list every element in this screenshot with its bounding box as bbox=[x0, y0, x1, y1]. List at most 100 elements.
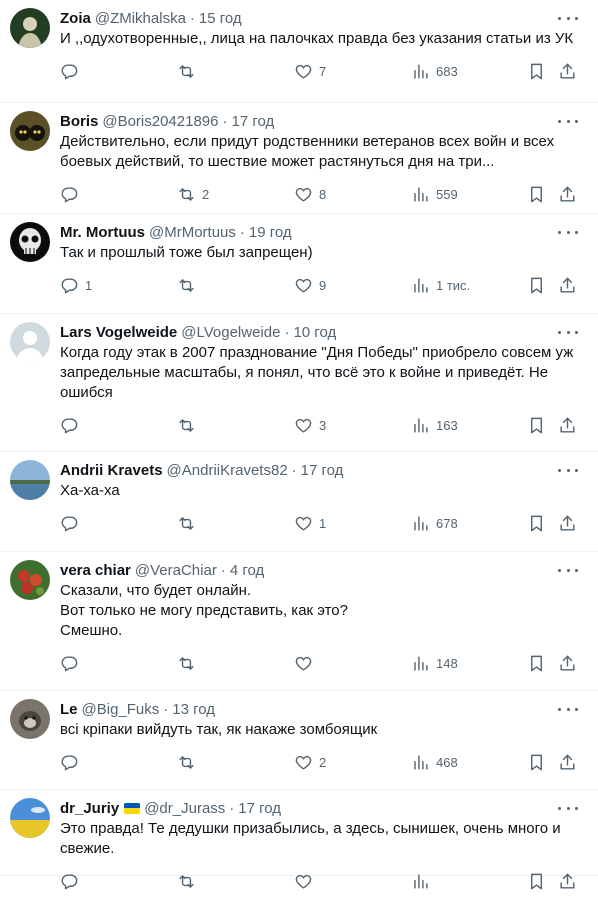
tweet[interactable]: Lars Vogelweide @LVogelweide · 10 год Когда … bbox=[0, 314, 598, 452]
retweet-button[interactable] bbox=[177, 651, 202, 675]
author-name[interactable]: dr_Juriy bbox=[60, 800, 119, 817]
retweet-button[interactable] bbox=[177, 869, 202, 893]
reply-button[interactable] bbox=[60, 511, 85, 535]
avatar[interactable] bbox=[10, 111, 50, 151]
reply-button[interactable] bbox=[60, 869, 85, 893]
share-button[interactable] bbox=[558, 413, 577, 437]
author-handle[interactable]: @MrMortuus bbox=[149, 224, 236, 241]
bookmark-button[interactable] bbox=[527, 511, 546, 535]
timestamp[interactable]: 15 год bbox=[199, 10, 242, 27]
author-name[interactable]: Andrii Kravets bbox=[60, 462, 163, 479]
more-options-icon[interactable] bbox=[558, 10, 578, 26]
more-options-icon[interactable] bbox=[558, 224, 578, 240]
share-button[interactable] bbox=[558, 59, 577, 83]
avatar[interactable] bbox=[10, 460, 50, 500]
like-button[interactable]: 7 bbox=[294, 59, 326, 83]
reply-button[interactable] bbox=[60, 750, 85, 774]
reply-button[interactable] bbox=[60, 59, 85, 83]
timestamp[interactable]: 4 год bbox=[230, 562, 264, 579]
timestamp[interactable]: 19 год bbox=[249, 224, 292, 241]
like-button[interactable]: 1 bbox=[294, 511, 326, 535]
tweet-header: Zoia @ZMikhalska · 15 год bbox=[60, 8, 582, 28]
like-button[interactable]: 9 bbox=[294, 273, 326, 297]
author-name[interactable]: Le bbox=[60, 701, 78, 718]
retweet-button[interactable] bbox=[177, 750, 202, 774]
more-options-icon[interactable] bbox=[558, 701, 578, 717]
more-options-icon[interactable] bbox=[558, 113, 578, 129]
bookmark-button[interactable] bbox=[527, 59, 546, 83]
timestamp[interactable]: 13 год bbox=[172, 701, 215, 718]
reply-button[interactable] bbox=[60, 413, 85, 437]
retweet-button[interactable] bbox=[177, 273, 202, 297]
like-button[interactable]: 8 bbox=[294, 182, 326, 206]
views-button[interactable] bbox=[411, 869, 436, 893]
tweet[interactable]: Andrii Kravets @AndriiKravets82 · 17 год Ха-… bbox=[0, 452, 598, 552]
bookmark-button[interactable] bbox=[527, 750, 546, 774]
avatar[interactable] bbox=[10, 8, 50, 48]
like-button[interactable] bbox=[294, 869, 319, 893]
author-handle[interactable]: @ZMikhalska bbox=[95, 10, 186, 27]
share-button[interactable] bbox=[558, 182, 577, 206]
views-button[interactable]: 678 bbox=[411, 511, 458, 535]
author-name[interactable]: Boris bbox=[60, 113, 98, 130]
like-button[interactable] bbox=[294, 651, 319, 675]
share-button[interactable] bbox=[558, 651, 577, 675]
timestamp[interactable]: 10 год bbox=[293, 324, 336, 341]
more-options-icon[interactable] bbox=[558, 324, 578, 340]
reply-icon bbox=[61, 63, 78, 79]
views-button[interactable]: 1 тис. bbox=[411, 273, 470, 297]
tweet[interactable]: dr_Juriy @dr_Jurass · 17 год Это правда! Те … bbox=[0, 790, 598, 889]
avatar[interactable] bbox=[10, 560, 50, 600]
views-button[interactable]: 559 bbox=[411, 182, 458, 206]
views-button[interactable]: 148 bbox=[411, 651, 458, 675]
more-options-icon[interactable] bbox=[558, 462, 578, 478]
avatar[interactable] bbox=[10, 699, 50, 739]
like-button[interactable]: 3 bbox=[294, 413, 326, 437]
view-count: 468 bbox=[436, 754, 458, 770]
timestamp[interactable]: 17 год bbox=[231, 113, 274, 130]
retweet-button[interactable] bbox=[177, 59, 202, 83]
avatar[interactable] bbox=[10, 322, 50, 362]
like-button[interactable]: 2 bbox=[294, 750, 326, 774]
author-name[interactable]: Zoia bbox=[60, 10, 91, 27]
author-handle[interactable]: @AndriiKravets82 bbox=[167, 462, 288, 479]
author-handle[interactable]: @LVogelweide bbox=[181, 324, 280, 341]
reply-button[interactable] bbox=[60, 182, 85, 206]
bookmark-button[interactable] bbox=[527, 651, 546, 675]
author-handle[interactable]: @Boris20421896 bbox=[102, 113, 218, 130]
more-options-icon[interactable] bbox=[558, 800, 578, 816]
reply-button[interactable]: 1 bbox=[60, 273, 92, 297]
share-button[interactable] bbox=[558, 869, 577, 893]
more-options-icon[interactable] bbox=[558, 562, 578, 578]
bookmark-button[interactable] bbox=[527, 273, 546, 297]
tweet[interactable]: Le @Big_Fuks · 13 год всі кріпаки вийдуть та… bbox=[0, 691, 598, 790]
share-button[interactable] bbox=[558, 750, 577, 774]
author-handle[interactable]: @Big_Fuks bbox=[82, 701, 160, 718]
reply-button[interactable] bbox=[60, 651, 85, 675]
views-button[interactable]: 468 bbox=[411, 750, 458, 774]
views-button[interactable]: 163 bbox=[411, 413, 458, 437]
retweet-button[interactable] bbox=[177, 511, 202, 535]
timestamp[interactable]: 17 год bbox=[238, 800, 281, 817]
views-button[interactable]: 683 bbox=[411, 59, 458, 83]
tweet[interactable]: Mr. Mortuus @MrMortuus · 19 год Так и прошлы… bbox=[0, 214, 598, 314]
author-handle[interactable]: @VeraChiar bbox=[135, 562, 217, 579]
author-name[interactable]: vera chiar bbox=[60, 562, 131, 579]
timestamp[interactable]: 17 год bbox=[301, 462, 344, 479]
retweet-icon bbox=[179, 278, 194, 292]
tweet[interactable]: Boris @Boris20421896 · 17 год Действительно,… bbox=[0, 103, 598, 214]
retweet-button[interactable] bbox=[177, 413, 202, 437]
retweet-button[interactable]: 2 bbox=[177, 182, 209, 206]
author-name[interactable]: Mr. Mortuus bbox=[60, 224, 145, 241]
tweet[interactable]: Zoia @ZMikhalska · 15 год И ,,одухотворенные… bbox=[0, 0, 598, 103]
author-name[interactable]: Lars Vogelweide bbox=[60, 324, 177, 341]
tweet[interactable]: vera chiar @VeraChiar · 4 год Сказали, что б… bbox=[0, 552, 598, 691]
author-handle[interactable]: @dr_Jurass bbox=[144, 800, 225, 817]
bookmark-button[interactable] bbox=[527, 869, 546, 893]
bookmark-button[interactable] bbox=[527, 413, 546, 437]
avatar[interactable] bbox=[10, 798, 50, 838]
avatar[interactable] bbox=[10, 222, 50, 262]
share-button[interactable] bbox=[558, 273, 577, 297]
bookmark-button[interactable] bbox=[527, 182, 546, 206]
share-button[interactable] bbox=[558, 511, 577, 535]
